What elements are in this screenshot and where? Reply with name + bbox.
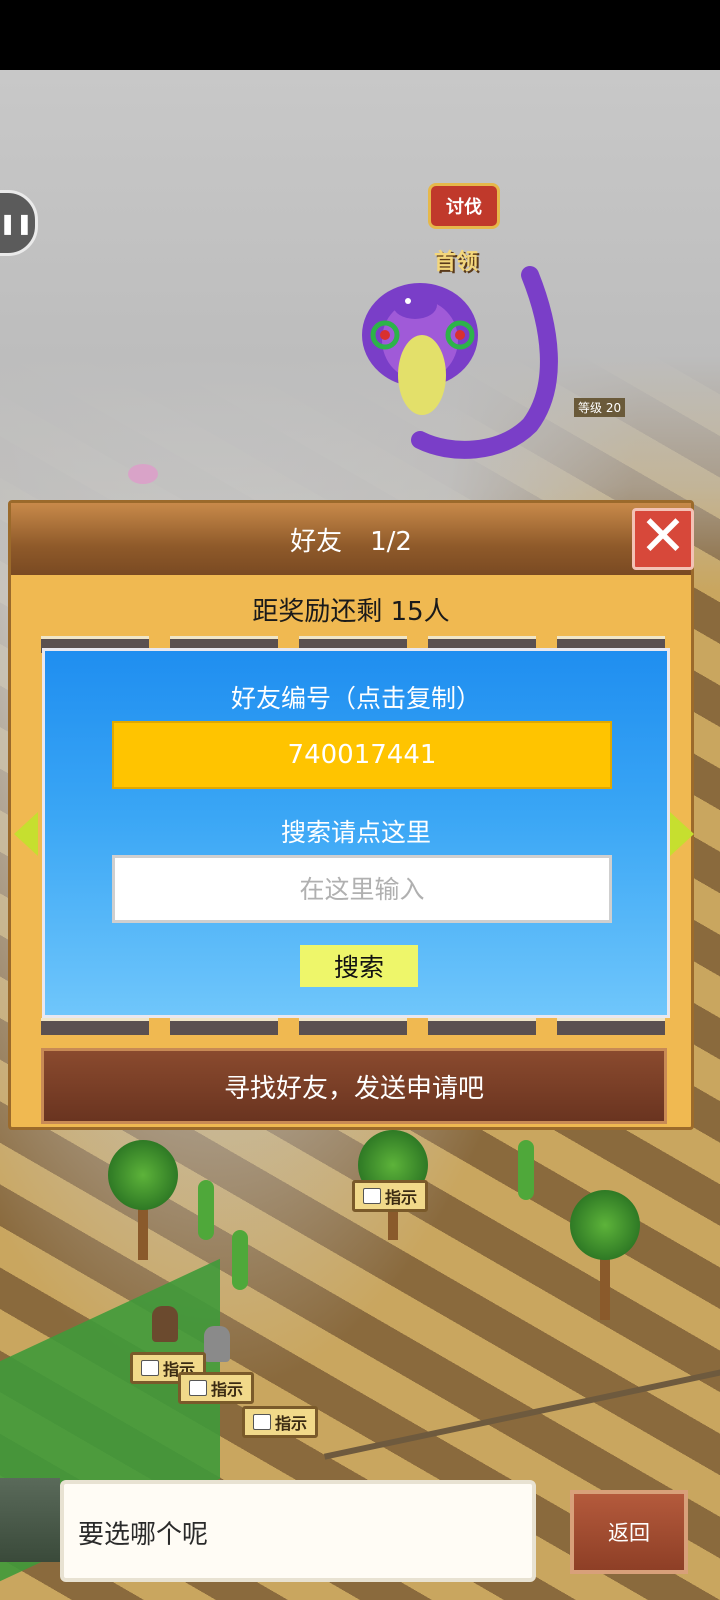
book-icon (363, 1188, 381, 1204)
friend-slot-row-bottom (41, 1018, 665, 1035)
friend-panel: 好友 1/2 ✕ 距奖励还剩 15人 好友编号（点击复制） 740017441 搜… (8, 500, 694, 1130)
hint-tag[interactable]: 指示 (352, 1180, 429, 1212)
friend-id-copy-button[interactable]: 740017441 (112, 721, 612, 789)
panel-header: 好友 1/2 ✕ (11, 503, 694, 575)
fence (323, 1366, 720, 1460)
friend-slot[interactable] (299, 1018, 407, 1035)
palm-tree (570, 1190, 640, 1260)
pink-plant (128, 464, 158, 484)
hint-label: 指示 (275, 1414, 308, 1433)
boss-label: 首领 (434, 250, 479, 275)
pause-icon: ❚❚ (0, 211, 33, 235)
book-icon (253, 1414, 271, 1430)
cactus (198, 1180, 214, 1240)
cactus (518, 1140, 534, 1200)
level-value: 20 (605, 401, 622, 415)
friend-slot[interactable] (170, 1018, 278, 1035)
character-avatar (0, 1478, 60, 1562)
hint-tag[interactable]: 指示 (178, 1372, 255, 1404)
prev-page-arrow-icon[interactable] (14, 812, 38, 856)
find-friends-banner[interactable]: 寻找好友，发送申请吧 (41, 1048, 667, 1124)
search-input[interactable] (112, 855, 612, 923)
panel-title-text: 好友 (290, 527, 343, 557)
reward-remaining: 距奖励还剩 15人 (252, 597, 450, 627)
hint-label: 指示 (385, 1188, 418, 1207)
status-bar (0, 0, 720, 70)
back-button[interactable]: 返回 (570, 1490, 688, 1574)
panel-title: 好友 1/2 (11, 521, 691, 558)
hint-label: 指示 (211, 1380, 244, 1399)
search-label: 搜索请点这里 (280, 818, 431, 847)
panel-page: 1/2 (370, 527, 412, 557)
adventurer-character[interactable] (152, 1306, 178, 1342)
close-button[interactable]: ✕ (632, 508, 694, 570)
friend-slot[interactable] (557, 1018, 665, 1035)
dialog-text: 要选哪个呢 (78, 1520, 209, 1550)
palm-tree (108, 1140, 178, 1210)
friend-slot[interactable] (41, 1018, 149, 1035)
battle-badge[interactable]: 讨伐 (428, 183, 500, 229)
book-icon (141, 1360, 159, 1376)
dialog-box: 要选哪个呢 (60, 1480, 536, 1582)
hint-tag[interactable]: 指示 (242, 1406, 319, 1438)
cobra-boss[interactable] (360, 265, 560, 465)
friend-search-panel: 好友编号（点击复制） 740017441 搜索请点这里 搜索 (42, 648, 670, 1018)
friend-slot[interactable] (428, 1018, 536, 1035)
cactus (232, 1230, 248, 1290)
book-icon (189, 1380, 207, 1396)
search-button[interactable]: 搜索 (300, 945, 418, 987)
adventurer-character[interactable] (204, 1326, 230, 1362)
level-tag: 等级 20 (574, 398, 626, 417)
close-icon: ✕ (639, 504, 687, 569)
friend-id-label: 好友编号（点击复制） (230, 684, 481, 713)
level-label: 等级 (578, 401, 603, 415)
next-page-arrow-icon[interactable] (670, 812, 694, 856)
